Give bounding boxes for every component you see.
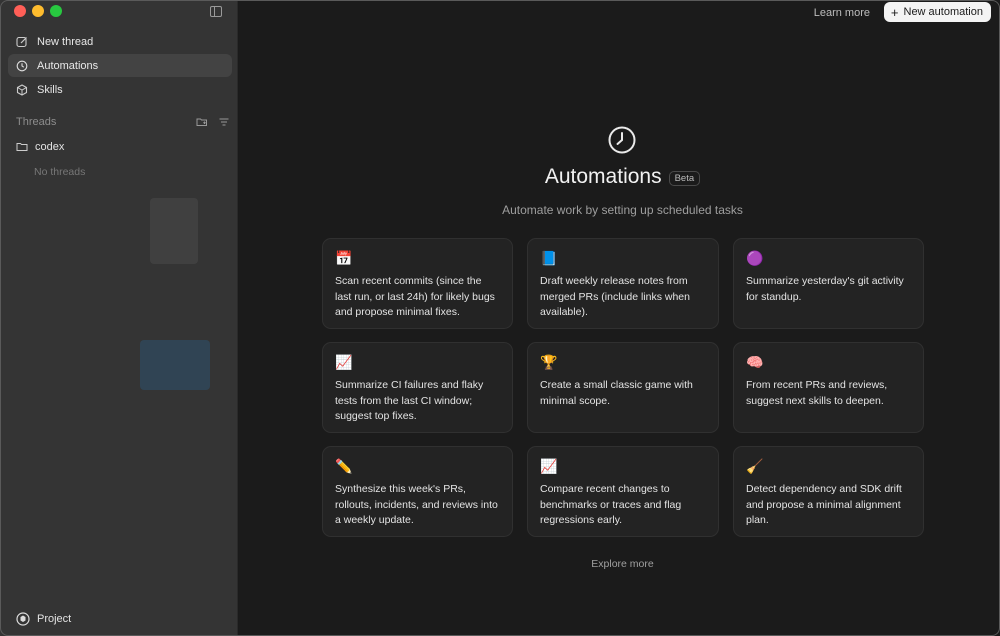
automation-cards: 📅 Scan recent commits (since the last ru… — [322, 238, 924, 537]
book-icon: 📘 — [540, 250, 558, 266]
edit-icon — [16, 36, 28, 48]
broom-icon: 🧹 — [746, 458, 764, 474]
clock-icon — [608, 126, 636, 154]
sidebar-toggle-icon[interactable] — [210, 6, 222, 17]
automation-card[interactable]: 📈 Compare recent changes to benchmarks o… — [527, 446, 719, 537]
clock-icon — [16, 60, 28, 72]
plus-icon: + — [890, 4, 899, 20]
project-button[interactable]: Project — [16, 612, 71, 626]
sidebar-nav: New thread Automations Skills — [8, 30, 232, 102]
card-text: Scan recent commits (since the last run,… — [335, 275, 495, 318]
automation-card[interactable]: 📅 Scan recent commits (since the last ru… — [322, 238, 513, 329]
threads-label: Threads — [16, 116, 57, 128]
card-text: Compare recent changes to benchmarks or … — [540, 483, 682, 526]
nav-label: Automations — [37, 59, 99, 72]
automation-card[interactable]: 🟣 Summarize yesterday's git activity for… — [733, 238, 924, 329]
chart-icon: 📈 — [540, 458, 558, 474]
folder-icon — [16, 143, 28, 151]
brain-icon: 🧠 — [746, 354, 764, 370]
automation-card[interactable]: 🏆 Create a small classic game with minim… — [527, 342, 719, 433]
folder-codex[interactable]: codex — [16, 141, 64, 153]
filter-icon[interactable] — [218, 116, 230, 128]
learn-more-link[interactable]: Learn more — [812, 6, 872, 20]
card-text: Synthesize this week's PRs, rollouts, in… — [335, 483, 498, 526]
card-text: Create a small classic game with minimal… — [540, 379, 693, 407]
automation-card[interactable]: 📈 Summarize CI failures and flaky tests … — [322, 342, 513, 433]
automation-card[interactable]: 🧹 Detect dependency and SDK drift and pr… — [733, 446, 924, 537]
minimize-window-button[interactable] — [32, 5, 44, 17]
zoom-window-button[interactable] — [50, 5, 62, 17]
background-blur — [150, 198, 198, 264]
nav-label: New thread — [37, 35, 94, 48]
new-automation-button[interactable]: + New automation — [883, 2, 991, 22]
explore-more-link[interactable]: Explore more — [239, 558, 1000, 570]
threads-header: Threads — [16, 116, 230, 128]
empty-threads-label: No threads — [34, 166, 86, 178]
beta-badge: Beta — [668, 171, 701, 186]
new-folder-icon[interactable] — [196, 116, 208, 128]
page-subtitle: Automate work by setting up scheduled ta… — [502, 203, 743, 217]
pencil-icon: ✏️ — [335, 458, 353, 474]
card-text: From recent PRs and reviews, suggest nex… — [746, 379, 888, 407]
background-blur — [140, 340, 210, 390]
folder-label: codex — [35, 141, 65, 153]
nav-new-thread[interactable]: New thread — [8, 30, 232, 53]
bubble-icon: 🟣 — [746, 250, 764, 266]
project-label: Project — [37, 613, 72, 625]
chart-icon: 📈 — [335, 354, 353, 370]
nav-skills[interactable]: Skills — [8, 78, 232, 101]
nav-label: Skills — [37, 83, 63, 96]
card-text: Draft weekly release notes from merged P… — [540, 275, 690, 318]
automation-card[interactable]: 📘 Draft weekly release notes from merged… — [527, 238, 719, 329]
automation-card[interactable]: 🧠 From recent PRs and reviews, suggest n… — [733, 342, 924, 433]
card-text: Summarize yesterday's git activity for s… — [746, 275, 904, 303]
cube-icon — [16, 83, 28, 96]
sidebar: New thread Automations Skills Threads co… — [0, 0, 238, 636]
nav-automations[interactable]: Automations — [8, 54, 232, 77]
main-panel: Learn more + New automation Automations … — [239, 0, 1000, 636]
window-controls — [14, 5, 62, 17]
close-window-button[interactable] — [14, 5, 26, 17]
page-title-row: Automations Beta — [239, 165, 1000, 189]
card-text: Detect dependency and SDK drift and prop… — [746, 483, 902, 526]
page-title: Automations — [544, 165, 662, 188]
trophy-icon: 🏆 — [540, 354, 558, 370]
automation-card[interactable]: ✏️ Synthesize this week's PRs, rollouts,… — [322, 446, 513, 537]
project-icon — [16, 612, 30, 626]
new-automation-label: New automation — [903, 6, 984, 18]
calendar-icon: 📅 — [335, 250, 353, 266]
card-text: Summarize CI failures and flaky tests fr… — [335, 379, 484, 422]
